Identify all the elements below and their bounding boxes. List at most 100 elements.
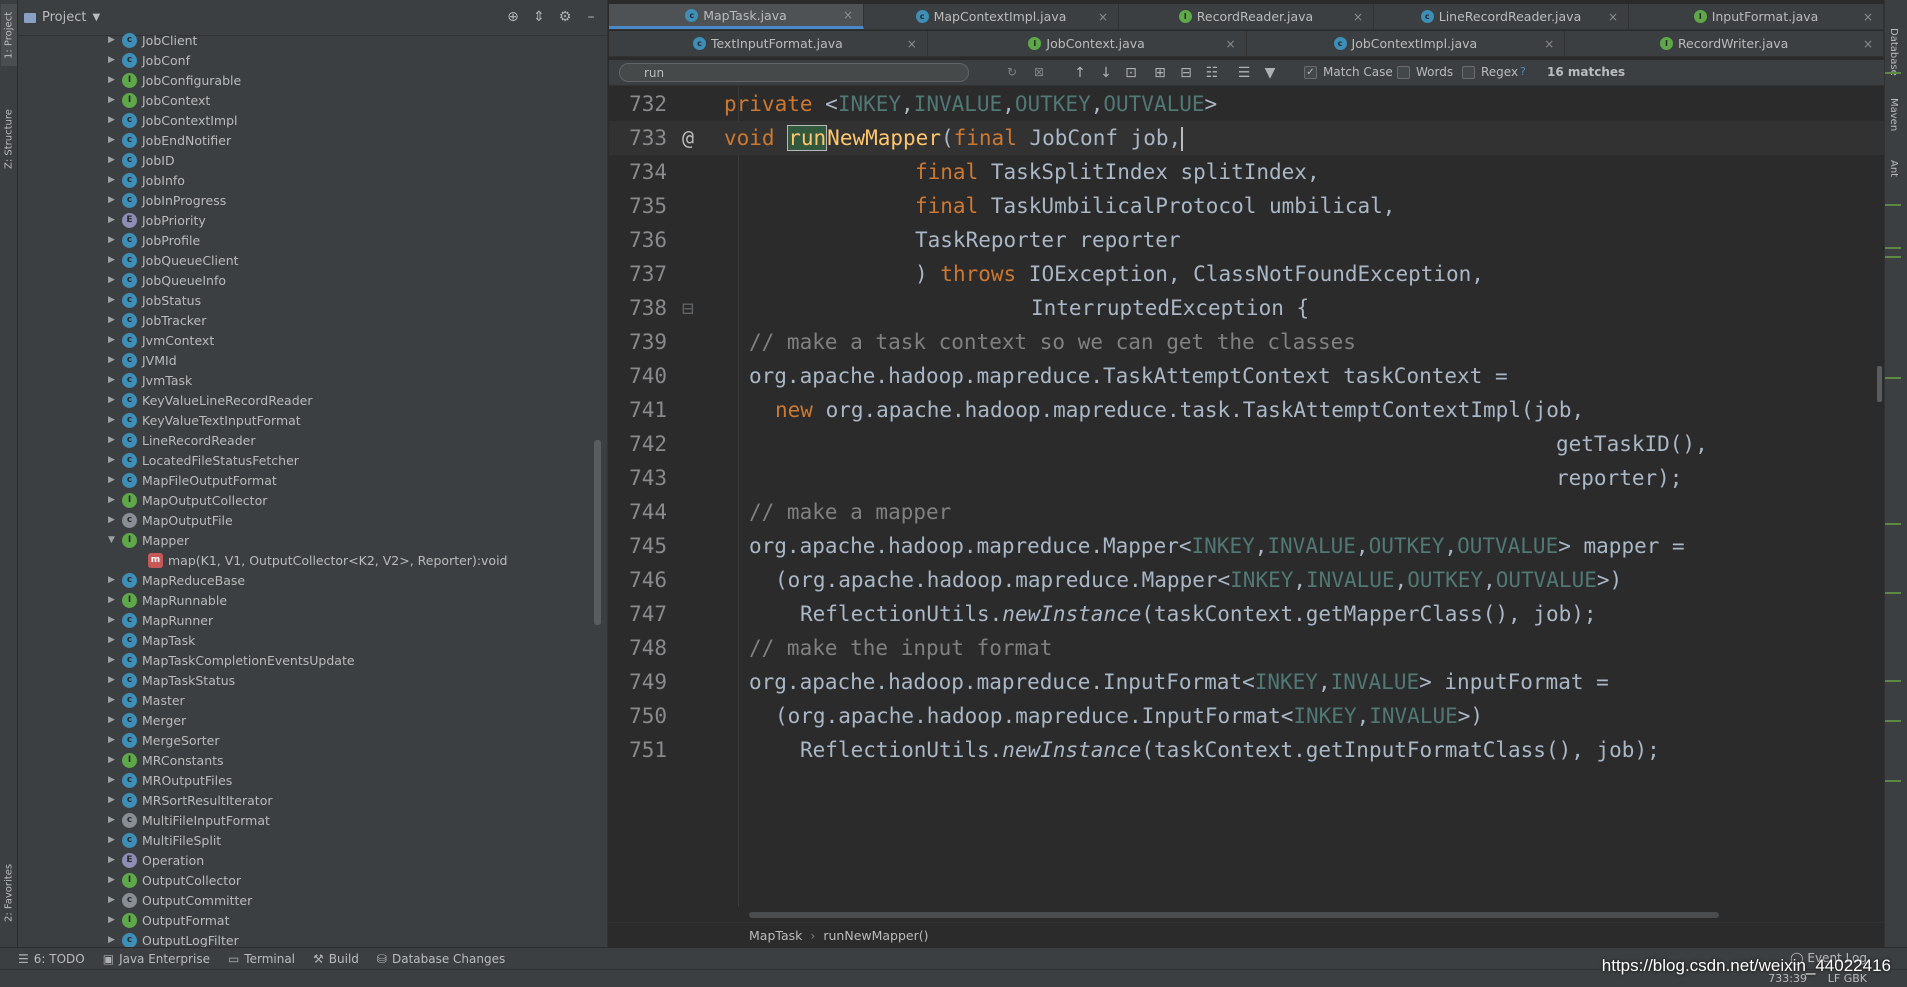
chevron-right-icon[interactable]: ▶ xyxy=(108,135,118,145)
tree-class-item[interactable]: ▶ c JobContextImpl xyxy=(18,110,607,130)
project-tree-scrollbar[interactable] xyxy=(594,440,601,625)
chevron-right-icon[interactable]: ▶ xyxy=(108,155,118,165)
tree-class-item[interactable]: ▶ c JobConf xyxy=(18,50,607,70)
editor-tab[interactable]: I InputFormat.java × xyxy=(1629,4,1884,29)
tree-class-item[interactable]: ▶ I OutputFormat xyxy=(18,910,607,930)
chevron-right-icon[interactable]: ▶ xyxy=(108,495,118,505)
chevron-right-icon[interactable]: ▶ xyxy=(108,695,118,705)
chevron-right-icon[interactable]: ▶ xyxy=(108,635,118,645)
tree-class-item[interactable]: ▶ c Master xyxy=(18,690,607,710)
tree-class-item[interactable]: ▶ c JobStatus xyxy=(18,290,607,310)
tree-class-item[interactable]: ▶ c OutputLogFilter xyxy=(18,930,607,947)
minimize-icon[interactable]: – xyxy=(583,9,599,25)
tree-class-item[interactable]: ▶ c LineRecordReader xyxy=(18,430,607,450)
tree-class-item[interactable]: ▶ c MapTask xyxy=(18,630,607,650)
chevron-right-icon[interactable]: ▶ xyxy=(108,275,118,285)
tree-class-item[interactable]: ▶ c JobTracker xyxy=(18,310,607,330)
tree-class-item[interactable]: ▶ c JvmContext xyxy=(18,330,607,350)
chevron-right-icon[interactable]: ▶ xyxy=(108,175,118,185)
chevron-right-icon[interactable]: ▶ xyxy=(108,375,118,385)
close-icon[interactable]: × xyxy=(1098,10,1108,24)
editor-tab[interactable]: c MapTask.java × xyxy=(609,4,864,29)
close-icon[interactable]: × xyxy=(907,37,917,51)
next-occurrence-icon[interactable]: ↓ xyxy=(1097,64,1115,82)
chevron-right-icon[interactable]: ▶ xyxy=(108,615,118,625)
editor-tab[interactable]: c TextInputFormat.java × xyxy=(609,31,928,56)
words-checkbox[interactable] xyxy=(1397,65,1410,79)
chevron-right-icon[interactable]: ▶ xyxy=(108,915,118,925)
tree-class-item[interactable]: ▶ I MapOutputCollector xyxy=(18,490,607,510)
chevron-right-icon[interactable]: ▶ xyxy=(108,815,118,825)
error-stripe-mark[interactable] xyxy=(1885,720,1901,722)
tree-class-item[interactable]: ▶ c MapTaskCompletionEventsUpdate xyxy=(18,650,607,670)
chevron-right-icon[interactable]: ▶ xyxy=(108,235,118,245)
chevron-down-icon[interactable]: ▼ xyxy=(108,535,118,545)
editor-tab[interactable]: I RecordReader.java × xyxy=(1119,4,1374,29)
add-selection-icon[interactable]: ⊞ xyxy=(1151,64,1169,82)
tree-class-item[interactable]: ▶ I MapRunnable xyxy=(18,590,607,610)
tree-class-item[interactable]: ▶ c MapTaskStatus xyxy=(18,670,607,690)
chevron-right-icon[interactable]: ▶ xyxy=(108,455,118,465)
editor-tab[interactable]: c LineRecordReader.java × xyxy=(1374,4,1629,29)
error-stripe-mark[interactable] xyxy=(1885,592,1901,594)
tree-class-item[interactable]: ▶ c MultiFileInputFormat xyxy=(18,810,607,830)
tree-method-item[interactable]: ▶mmap(K1, V1, OutputCollector<K2, V2>, R… xyxy=(18,550,607,570)
editor-tab[interactable]: c MapContextImpl.java × xyxy=(864,4,1119,29)
tree-class-item[interactable]: ▶ c JobClient xyxy=(18,30,607,50)
editor-horizontal-scrollbar[interactable] xyxy=(749,912,1719,918)
tree-class-item[interactable]: ▶ c MRSortResultIterator xyxy=(18,790,607,810)
tree-class-item[interactable]: ▶ E Operation xyxy=(18,850,607,870)
chevron-right-icon[interactable]: ▶ xyxy=(108,255,118,265)
chevron-right-icon[interactable]: ▶ xyxy=(108,115,118,125)
tree-class-item[interactable]: ▶ I MRConstants xyxy=(18,750,607,770)
tree-class-item[interactable]: ▶ c JobInfo xyxy=(18,170,607,190)
tree-class-item[interactable]: ▶ c MapFileOutputFormat xyxy=(18,470,607,490)
terminal-tool-button[interactable]: ▭ Terminal xyxy=(228,952,295,966)
chevron-right-icon[interactable]: ▶ xyxy=(108,315,118,325)
close-icon[interactable]: × xyxy=(1863,10,1873,24)
chevron-right-icon[interactable]: ▶ xyxy=(108,195,118,205)
chevron-right-icon[interactable]: ▶ xyxy=(108,35,118,45)
todo-tool-button[interactable]: ☰ 6: TODO xyxy=(18,952,85,966)
tree-class-item[interactable]: ▶ c Merger xyxy=(18,710,607,730)
chevron-right-icon[interactable]: ▶ xyxy=(108,575,118,585)
match-case-option[interactable]: ✓ Match Case xyxy=(1304,65,1393,79)
error-stripe-mark[interactable] xyxy=(1885,72,1901,74)
error-stripe-mark[interactable] xyxy=(1885,256,1901,258)
error-stripe-mark[interactable] xyxy=(1885,780,1901,782)
tree-class-item[interactable]: ▶ c KeyValueTextInputFormat xyxy=(18,410,607,430)
breadcrumb-method[interactable]: runNewMapper() xyxy=(823,928,928,943)
gear-icon[interactable]: ⚙ xyxy=(557,9,573,25)
tree-class-item[interactable]: ▶ c MROutputFiles xyxy=(18,770,607,790)
chevron-right-icon[interactable]: ▶ xyxy=(108,475,118,485)
structure-tool-tab[interactable]: Z: Structure xyxy=(1,98,17,180)
fold-icon[interactable]: ⊟ xyxy=(667,296,709,320)
tree-class-item[interactable]: ▶ c JVMId xyxy=(18,350,607,370)
close-icon[interactable]: × xyxy=(1225,37,1235,51)
chevron-right-icon[interactable]: ▶ xyxy=(108,895,118,905)
chevron-right-icon[interactable]: ▶ xyxy=(108,855,118,865)
chevron-right-icon[interactable]: ▶ xyxy=(108,795,118,805)
chevron-right-icon[interactable]: ▶ xyxy=(108,595,118,605)
tree-class-item[interactable]: ▶ c JobQueueClient xyxy=(18,250,607,270)
project-tool-tab[interactable]: 1: Project xyxy=(1,4,17,66)
chevron-right-icon[interactable]: ▶ xyxy=(108,755,118,765)
chevron-right-icon[interactable]: ▶ xyxy=(108,675,118,685)
tree-class-item[interactable]: ▶ c MultiFileSplit xyxy=(18,830,607,850)
chevron-right-icon[interactable]: ▶ xyxy=(108,55,118,65)
tree-class-item[interactable]: ▶ c JobInProgress xyxy=(18,190,607,210)
close-icon[interactable]: × xyxy=(1608,10,1618,24)
chevron-down-icon[interactable]: ▼ xyxy=(92,12,100,23)
tree-class-item[interactable]: ▶ c MapReduceBase xyxy=(18,570,607,590)
words-option[interactable]: Words xyxy=(1397,65,1453,79)
close-icon[interactable]: × xyxy=(1353,10,1363,24)
match-case-checkbox[interactable]: ✓ xyxy=(1304,65,1317,79)
previous-occurrence-icon[interactable]: ↑ xyxy=(1071,64,1089,82)
editor-tab[interactable]: I JobContext.java × xyxy=(928,31,1247,56)
chevron-right-icon[interactable]: ▶ xyxy=(108,715,118,725)
tree-class-item[interactable]: ▶ c MapRunner xyxy=(18,610,607,630)
error-stripe-mark[interactable] xyxy=(1885,204,1901,206)
database-changes-tool-button[interactable]: ⛁ Database Changes xyxy=(377,952,505,966)
tree-class-item[interactable]: ▶ E JobPriority xyxy=(18,210,607,230)
java-enterprise-tool-button[interactable]: ▣ Java Enterprise xyxy=(103,952,210,966)
